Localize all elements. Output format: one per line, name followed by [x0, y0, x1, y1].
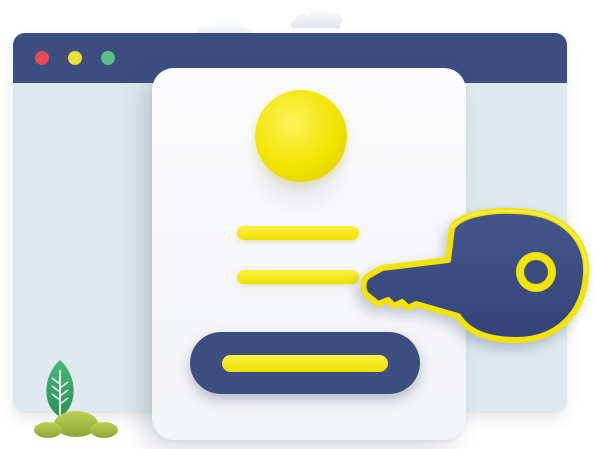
cloud-right-icon	[291, 7, 343, 29]
username-field[interactable]	[237, 226, 359, 240]
password-field[interactable]	[237, 270, 359, 284]
login-button-label-bar	[222, 355, 388, 372]
login-security-illustration	[0, 0, 598, 449]
plant-icon	[34, 360, 118, 438]
user-avatar-icon	[255, 90, 347, 182]
maximize-window-dot[interactable]	[101, 51, 115, 65]
close-window-dot[interactable]	[35, 51, 49, 65]
minimize-window-dot[interactable]	[68, 51, 82, 65]
key-icon	[360, 207, 590, 343]
